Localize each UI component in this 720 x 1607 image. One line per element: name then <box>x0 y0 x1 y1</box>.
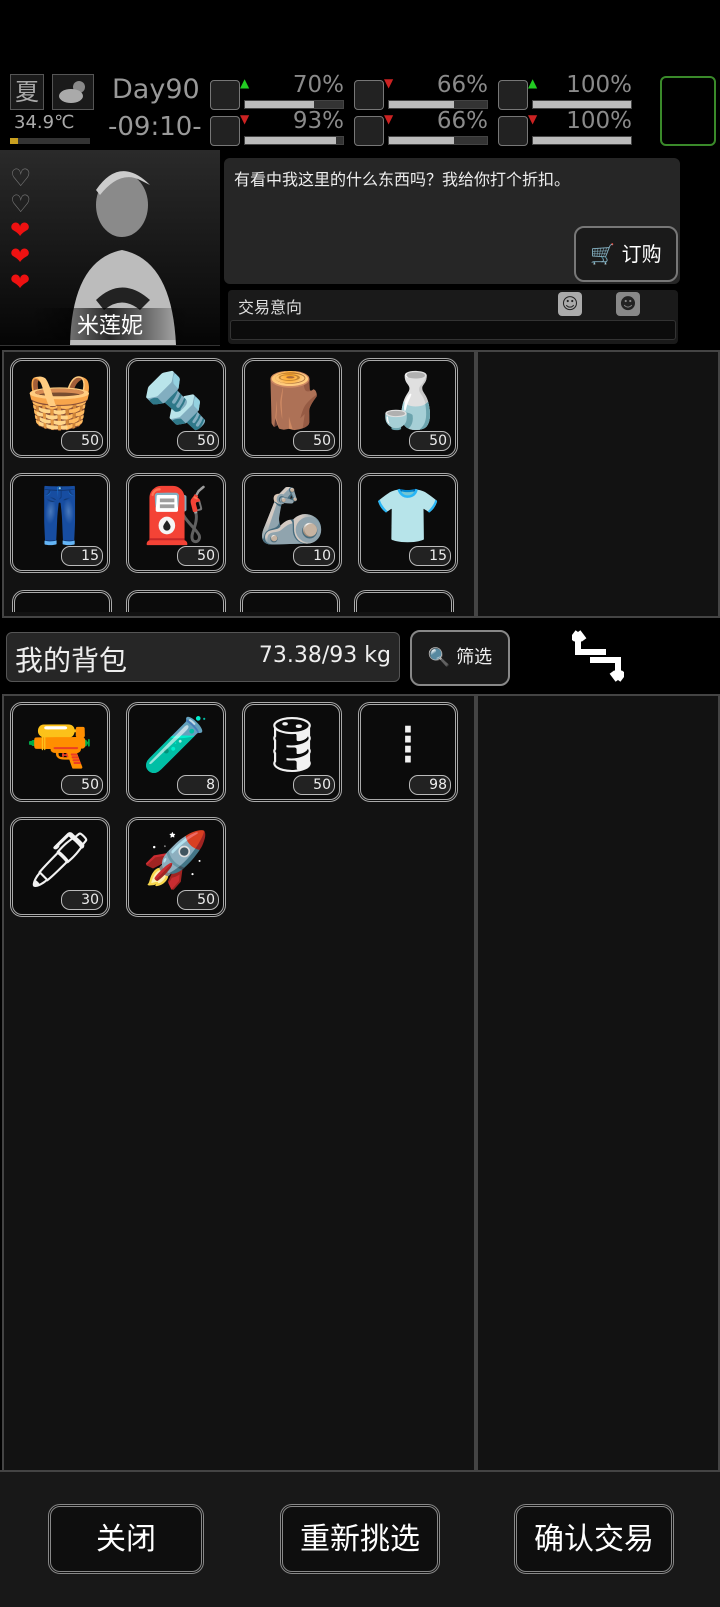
item-slot[interactable]: 🛢 50 <box>242 702 342 802</box>
item-slot[interactable] <box>354 590 454 612</box>
heart-empty-icon: ♡ <box>10 190 32 218</box>
item-slot[interactable]: 🚀 50 <box>126 817 226 917</box>
item-slot[interactable]: 🧺 50 <box>10 358 110 458</box>
chemical-beaker-icon: 🧪 <box>142 713 210 776</box>
heart-empty-icon: ♡ <box>10 164 32 192</box>
cloth-icon: 🧺 <box>26 369 94 432</box>
item-slot[interactable] <box>126 590 226 612</box>
merchant-offer-area[interactable] <box>476 350 720 618</box>
swap-arrows-icon[interactable] <box>569 628 627 692</box>
filter-button[interactable]: 🔍 筛选 <box>410 630 510 686</box>
npc-name: 米莲妮 <box>30 308 190 340</box>
close-button[interactable]: 关闭 <box>48 1504 204 1574</box>
fuel-barrel-icon: 🛢 <box>257 713 327 776</box>
heart-filled-icon: ❤ <box>10 268 31 296</box>
game-clock: -09:10- <box>108 112 202 142</box>
item-count: 30 <box>61 890 103 910</box>
thirst-stat[interactable]: ▼ 66% <box>354 108 488 152</box>
item-slot[interactable]: 👖 15 <box>10 473 110 573</box>
item-count: 50 <box>293 775 335 795</box>
item-count: 15 <box>61 546 103 566</box>
rifle-ammo-icon: ⁞ <box>399 713 417 776</box>
bag-offer-area[interactable] <box>476 694 720 1474</box>
armor-sleeve-icon: 🦾 <box>258 484 326 547</box>
item-count: 50 <box>61 431 103 451</box>
trade-intent: 交易意向 ☺ ☻ <box>228 290 678 344</box>
bag-header: 我的背包 73.38/93 kg <box>6 632 400 682</box>
trade-intent-track <box>230 320 676 340</box>
item-slot[interactable]: 🍶 50 <box>358 358 458 458</box>
item-count: 50 <box>177 546 219 566</box>
heart-filled-icon: ❤ <box>10 216 31 244</box>
merchant-row-partial <box>8 590 472 612</box>
cart-icon: 🛒 <box>590 242 616 266</box>
item-count: 50 <box>177 431 219 451</box>
item-slot[interactable]: ⁞ 98 <box>358 702 458 802</box>
bag-weight: 73.38/93 kg <box>258 643 391 668</box>
cloudy-sun-icon <box>52 74 94 110</box>
item-count: 50 <box>293 431 335 451</box>
item-count: 15 <box>409 546 451 566</box>
mood-stat[interactable]: ▼ 100% <box>498 108 632 152</box>
reselect-button[interactable]: 重新挑选 <box>280 1504 440 1574</box>
item-slot[interactable]: 🧪 8 <box>126 702 226 802</box>
item-count: 10 <box>293 546 335 566</box>
item-count: 50 <box>61 775 103 795</box>
trade-intent-label: 交易意向 <box>238 298 303 317</box>
happy-face-icon: ☻ <box>616 292 640 316</box>
bag-inventory[interactable] <box>2 694 476 1474</box>
item-slot[interactable]: ⛽ 50 <box>126 473 226 573</box>
scrap-metal-icon: 🔩 <box>142 369 210 432</box>
temperature: 34.9℃ <box>14 112 75 133</box>
stamina-icon <box>498 80 528 110</box>
logs-icon: 🪵 <box>258 369 326 432</box>
heart-filled-icon: ❤ <box>10 242 31 270</box>
item-count: 50 <box>177 890 219 910</box>
bag-title: 我的背包 <box>15 644 128 677</box>
heart-icon <box>498 116 528 146</box>
day-counter: Day90 <box>112 74 200 105</box>
item-slot[interactable]: 🔫 50 <box>10 702 110 802</box>
item-slot[interactable]: 🖊 30 <box>10 817 110 917</box>
equipped-slot[interactable] <box>660 76 716 146</box>
boot-icon <box>210 116 240 146</box>
foot-stat[interactable]: ▼ 93% <box>210 108 344 152</box>
plastic-bottle-icon: 🍶 <box>374 369 442 432</box>
pistol-ammo-icon: 🔫 <box>26 713 94 776</box>
item-count: 8 <box>177 775 219 795</box>
item-slot[interactable] <box>240 590 340 612</box>
stomach-icon <box>354 80 384 110</box>
item-slot[interactable]: 🦾 10 <box>242 473 342 573</box>
water-drop-icon <box>354 116 384 146</box>
item-count: 50 <box>409 431 451 451</box>
bottom-bar: 关闭 重新挑选 确认交易 <box>0 1470 720 1607</box>
smile-face-icon: ☺ <box>558 292 582 316</box>
season-indicator: 夏 <box>10 74 44 110</box>
dialogue-text: 有看中我这里的什么东西吗？我给你打个折扣。 <box>234 170 571 189</box>
confirm-trade-button[interactable]: 确认交易 <box>514 1504 674 1574</box>
item-slot[interactable]: 🪵 50 <box>242 358 342 458</box>
item-count: 98 <box>409 775 451 795</box>
item-slot[interactable]: 👕 15 <box>358 473 458 573</box>
jerrycan-icon: ⛽ <box>142 484 210 547</box>
medkit-icon <box>210 80 240 110</box>
search-icon: 🔍 <box>427 647 451 668</box>
pants-icon: 👖 <box>26 484 94 547</box>
item-slot[interactable] <box>12 590 112 612</box>
temperature-bar <box>10 138 90 144</box>
item-slot[interactable]: 🔩 50 <box>126 358 226 458</box>
order-button[interactable]: 🛒 订购 <box>574 226 678 282</box>
sniper-ammo-icon: 🖊 <box>25 828 95 891</box>
affinity-hearts: ♡ ♡ ❤ ❤ ❤ <box>10 165 32 295</box>
rocket-icon: 🚀 <box>142 828 210 891</box>
shirt-icon: 👕 <box>374 484 442 547</box>
